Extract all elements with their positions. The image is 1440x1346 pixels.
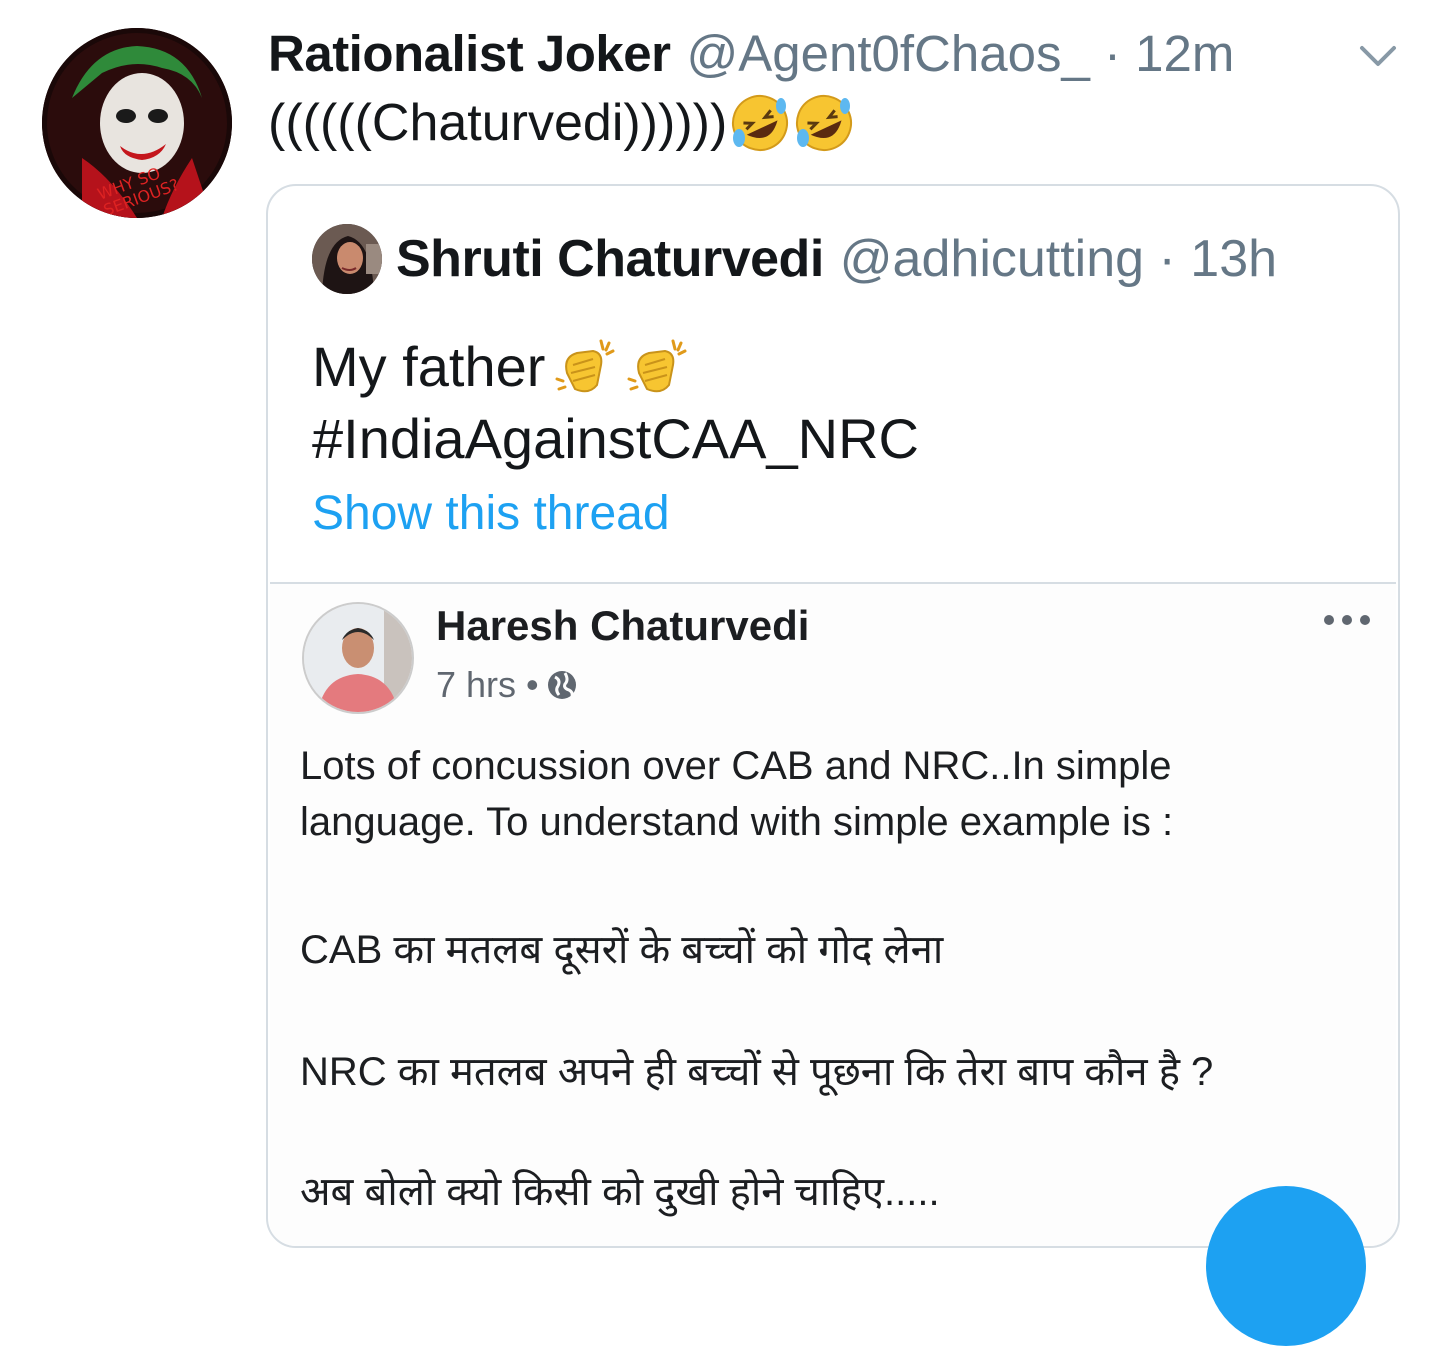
tweet-body: ((((((Chaturvedi)))))) [268,94,728,152]
clapping-hands-emoji-icon [555,339,615,392]
quoted-tweet-card[interactable]: Shruti Chaturvedi @adhicutting · 13h My … [266,184,1400,1248]
joker-avatar-image: WHY SO SERIOUS? [42,28,232,218]
fb-post-text-line: अब बोलो क्यो किसी को दुखी होने चाहिए....… [300,1170,940,1214]
fb-avatar-image [304,604,412,712]
fb-post-text-line: CAB का मतलब दूसरों के बच्चों को गोद लेना [300,928,944,972]
quoted-author-name[interactable]: Shruti Chaturvedi [396,229,824,289]
fb-post-text-line: NRC का मतलब अपने ही बच्चों से पूछना कि त… [300,1050,1214,1094]
author-handle-time[interactable]: @Agent0fChaos_ · 12m [686,24,1234,83]
tweet-text: ((((((Chaturvedi)))))) [268,92,855,154]
quoted-author-avatar[interactable] [312,224,382,294]
globe-icon [547,671,576,699]
quoted-avatar-image [312,224,382,294]
compose-tweet-button[interactable] [1206,1186,1366,1346]
fb-author-avatar [302,602,414,714]
attached-image-facebook-post[interactable]: Haresh Chaturvedi 7 hrs • Lots of concus… [270,582,1396,1246]
fb-post-text-line: Lots of concussion over CAB and NRC..In … [300,744,1172,788]
fb-author-name: Haresh Chaturvedi [436,602,810,649]
more-options-icon [1324,615,1370,625]
fb-post-meta: 7 hrs • [436,664,579,706]
quoted-header: Shruti Chaturvedi @adhicutting · 13h [396,226,1277,292]
rolling-laughing-emoji-icon [796,95,853,151]
quoted-text-line: My father [312,334,689,399]
author-avatar[interactable]: WHY SO SERIOUS? [42,28,232,218]
quoted-author-handle-time[interactable]: @adhicutting · 13h [840,229,1277,289]
chevron-down-icon[interactable] [1357,40,1399,72]
fb-post-time: 7 hrs • [436,664,539,705]
author-name[interactable]: Rationalist Joker [268,24,671,83]
quoted-hashtag[interactable]: #IndiaAgainstCAA_NRC [312,406,919,471]
quoted-body: My father [312,335,546,398]
show-thread-link[interactable]: Show this thread [312,486,670,541]
tweet-header: Rationalist Joker @Agent0fChaos_ · 12m [268,22,1234,84]
fb-post-text-line: language. To understand with simple exam… [300,800,1174,844]
clapping-hands-emoji-icon [627,339,687,392]
rolling-laughing-emoji-icon [732,95,789,151]
